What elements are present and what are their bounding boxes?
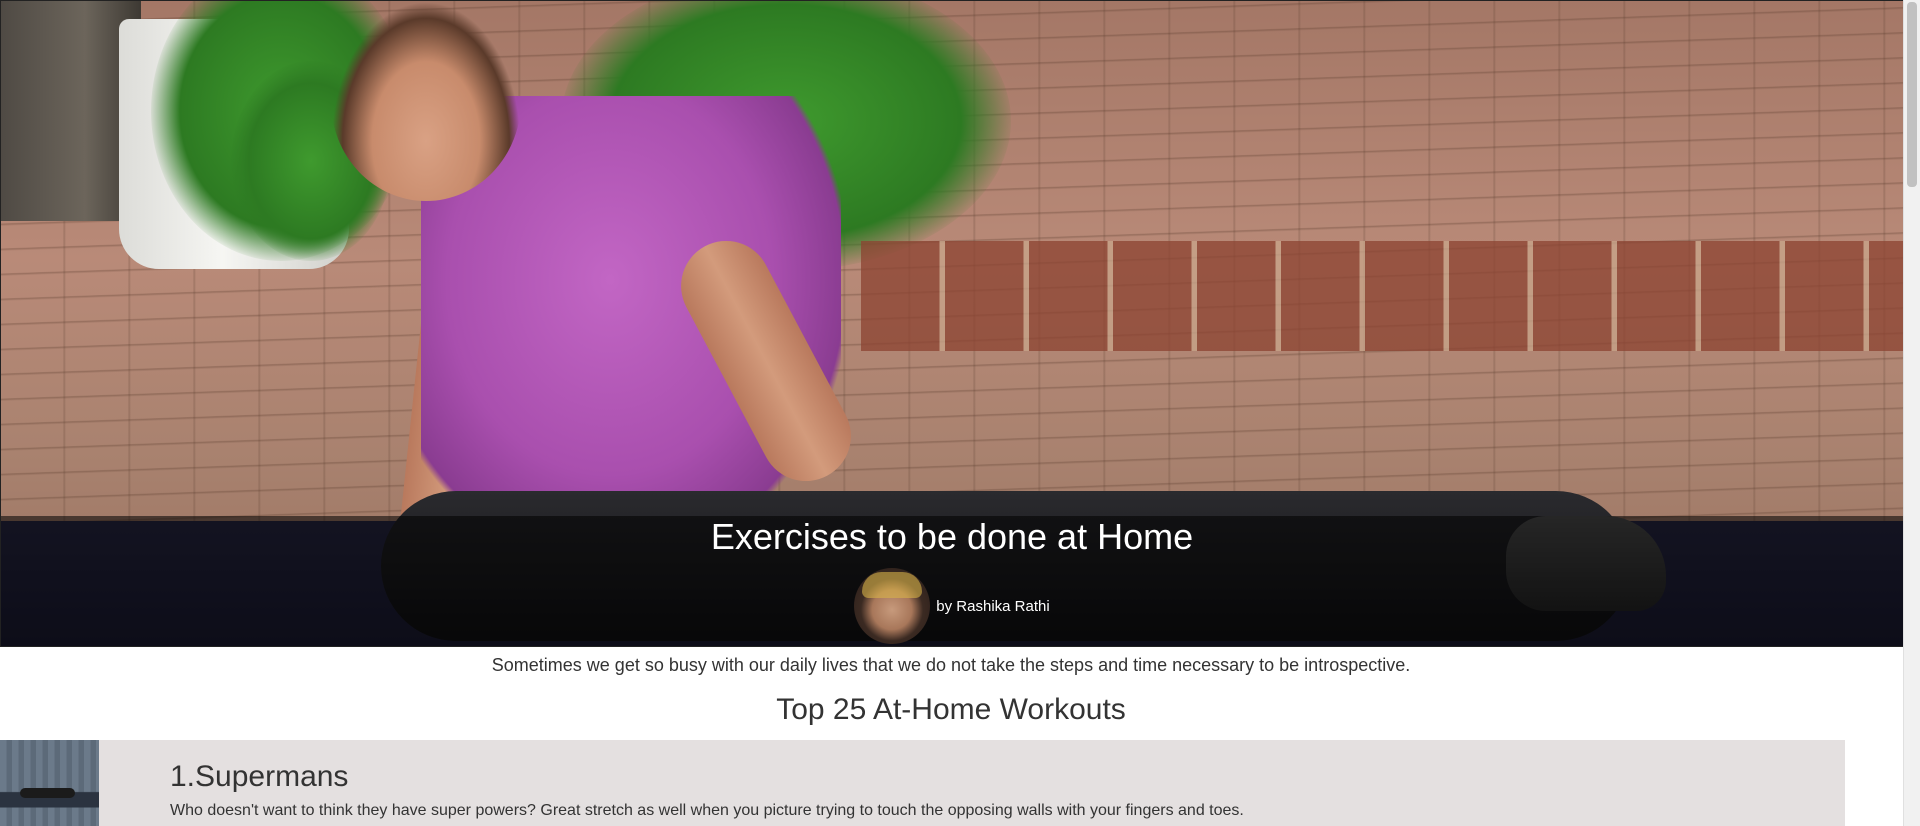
page: Exercises to be done at Home by Rashika …: [0, 0, 1920, 826]
hero-banner: Exercises to be done at Home by Rashika …: [0, 0, 1904, 647]
page-title: Exercises to be done at Home: [710, 516, 1194, 557]
workout-description: Who doesn't want to think they have supe…: [170, 802, 1244, 819]
hero-person-head: [331, 1, 521, 201]
author-byline: by Rashika Rathi: [1, 566, 1903, 646]
workout-card: 1.Supermans Who doesn't want to think th…: [0, 740, 1845, 826]
workout-title: 1.Supermans: [170, 760, 349, 793]
avatar: [854, 568, 931, 644]
intro-text: Sometimes we get so busy with our daily …: [491, 655, 1411, 675]
author-name: by Rashika Rathi: [936, 597, 1050, 615]
page-scrollbar[interactable]: [1903, 0, 1920, 826]
scrollbar-thumb[interactable]: [1907, 2, 1917, 187]
hero-bg-brick-step: [861, 241, 1903, 351]
section-heading: Top 25 At-Home Workouts: [776, 693, 1126, 726]
workout-thumbnail-figure: [20, 788, 75, 798]
workout-thumbnail: [0, 740, 99, 826]
